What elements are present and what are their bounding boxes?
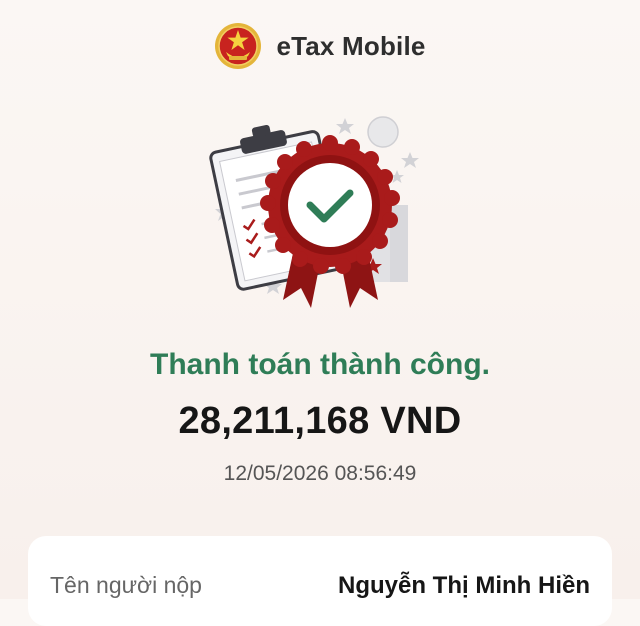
payment-details-card: Tên người nộp Nguyễn Thị Minh Hiền <box>28 536 612 626</box>
national-emblem-icon <box>215 23 262 69</box>
detail-row-payer-name: Tên người nộp Nguyễn Thị Minh Hiền <box>50 572 590 600</box>
payer-name-label: Tên người nộp <box>50 572 202 598</box>
payment-status-message: Thanh toán thành công. <box>150 348 490 381</box>
payer-name-value: Nguyễn Thị Minh Hiền <box>338 572 590 599</box>
success-badge-icon <box>209 116 419 308</box>
app-header: eTax Mobile <box>0 20 640 72</box>
payment-amount: 28,211,168 VND <box>178 400 462 442</box>
app-title: eTax Mobile <box>276 30 426 61</box>
payment-datetime: 12/05/2026 08:56:49 <box>223 462 417 485</box>
